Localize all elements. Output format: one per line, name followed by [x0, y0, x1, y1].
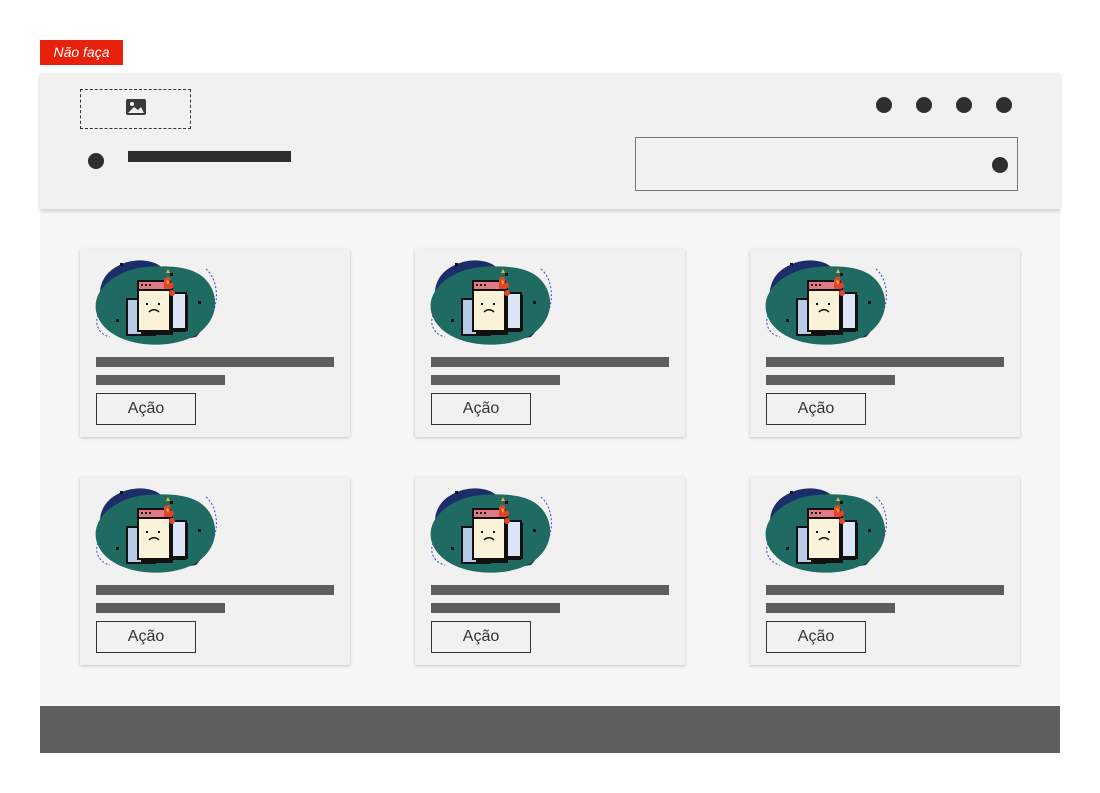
card-text-placeholder: [96, 603, 225, 613]
card: Ação: [415, 477, 685, 665]
card-action-button[interactable]: Ação: [766, 621, 866, 653]
card: Ação: [750, 249, 1020, 437]
card-title-placeholder: [766, 585, 1004, 595]
card-action-button[interactable]: Ação: [431, 393, 531, 425]
nav-item-2[interactable]: [916, 97, 932, 113]
search-icon[interactable]: [992, 157, 1008, 173]
image-placeholder-icon: [125, 98, 147, 121]
card-text-placeholder: [431, 603, 560, 613]
card-text-placeholder: [766, 375, 895, 385]
nav-item-3[interactable]: [956, 97, 972, 113]
card-title-placeholder: [96, 585, 334, 595]
menu-icon[interactable]: [88, 153, 104, 169]
card-action-button[interactable]: Ação: [766, 393, 866, 425]
broken-browser-illustration: [764, 487, 894, 573]
card: Ação: [80, 477, 350, 665]
card-action-button[interactable]: Ação: [96, 621, 196, 653]
card-text-placeholder: [96, 375, 225, 385]
card-action-button[interactable]: Ação: [96, 393, 196, 425]
card-title-placeholder: [431, 585, 669, 595]
broken-browser-illustration: [429, 487, 559, 573]
card-title-placeholder: [766, 357, 1004, 367]
broken-browser-illustration: [94, 487, 224, 573]
broken-browser-illustration: [94, 259, 224, 345]
broken-browser-illustration: [764, 259, 894, 345]
broken-browser-illustration: [429, 259, 559, 345]
card-action-button[interactable]: Ação: [431, 621, 531, 653]
card: Ação: [415, 249, 685, 437]
page-wireframe: Ação Ação Ação Ação Ação Ação: [40, 73, 1060, 753]
site-title-placeholder: [128, 151, 291, 162]
site-header: [40, 73, 1060, 209]
card-title-placeholder: [96, 357, 334, 367]
nav-item-1[interactable]: [876, 97, 892, 113]
card-title-placeholder: [431, 357, 669, 367]
logo-placeholder[interactable]: [80, 89, 191, 129]
card-text-placeholder: [766, 603, 895, 613]
card: Ação: [80, 249, 350, 437]
search-input[interactable]: [635, 137, 1018, 191]
dont-do-badge: Não faça: [40, 40, 123, 65]
site-footer: [40, 706, 1060, 753]
card-text-placeholder: [431, 375, 560, 385]
nav-item-4[interactable]: [996, 97, 1012, 113]
card: Ação: [750, 477, 1020, 665]
